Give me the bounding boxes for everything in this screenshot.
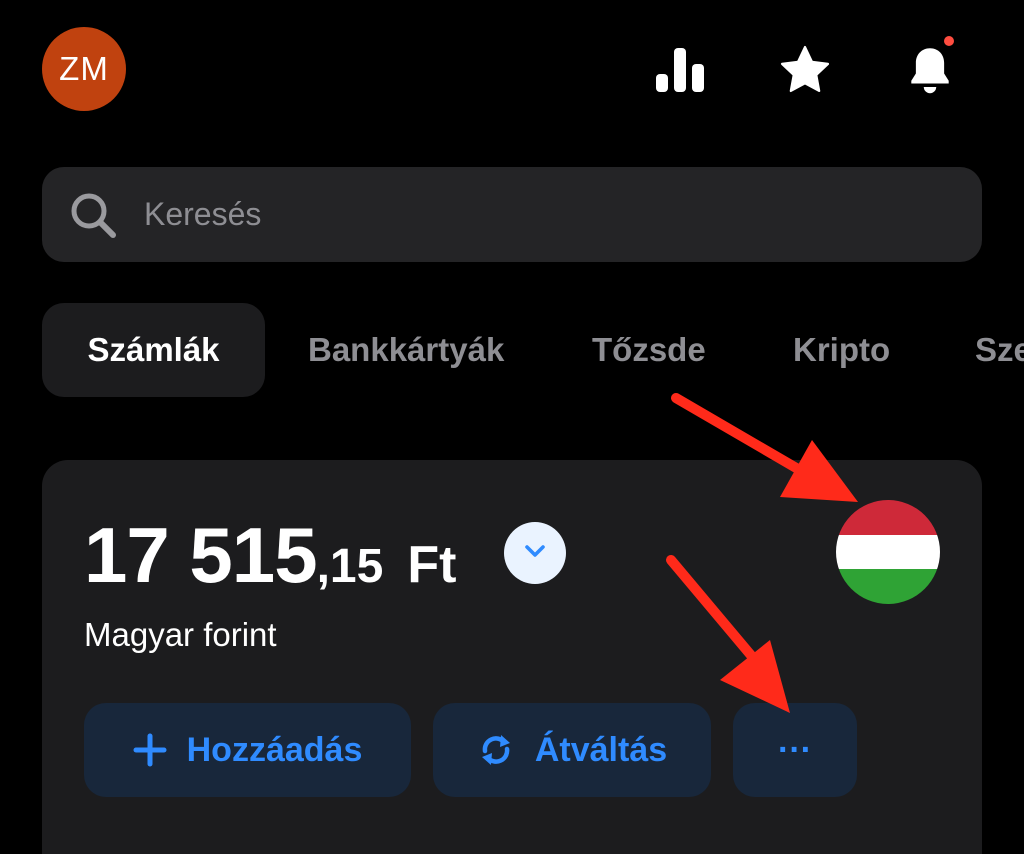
account-switch-button[interactable]	[504, 522, 566, 584]
bell-icon[interactable]	[900, 36, 960, 100]
avatar[interactable]: ZM	[42, 27, 126, 111]
tab-bankkartyak[interactable]: Bankkártyák	[308, 303, 504, 397]
tab-partial[interactable]: Sze	[975, 303, 1024, 397]
balance-integer: 17 515	[84, 511, 318, 599]
currency-name: Magyar forint	[84, 616, 277, 653]
search-input[interactable]	[142, 195, 906, 234]
category-tabs: Számlák Bankkártyák Tőzsde Kripto Sze	[42, 303, 1024, 397]
search-bar[interactable]	[42, 167, 982, 262]
add-money-label: Hozzáadás	[186, 730, 363, 769]
balance-decimal: ,15	[316, 540, 384, 593]
chevron-down-icon	[522, 538, 548, 569]
search-icon	[68, 190, 118, 240]
star-icon[interactable]	[775, 40, 835, 100]
app-screen: ZM Számlák Bankkártyák	[0, 0, 1024, 854]
plus-icon	[133, 733, 167, 767]
exchange-button[interactable]: Átváltás	[433, 703, 711, 797]
exchange-icon	[477, 731, 515, 769]
tab-kripto[interactable]: Kripto	[793, 303, 890, 397]
more-options-button[interactable]: ···	[733, 703, 857, 797]
tab-szamlak[interactable]: Számlák	[42, 303, 265, 397]
exchange-label: Átváltás	[534, 730, 668, 769]
currency-symbol: Ft	[407, 536, 457, 594]
notification-dot	[944, 36, 954, 46]
stats-icon[interactable]	[650, 40, 710, 100]
avatar-initials: ZM	[59, 50, 109, 87]
hungary-flag-icon	[836, 500, 940, 604]
account-balance: 17 515 ,15 Ft	[84, 510, 456, 601]
add-money-button[interactable]: Hozzáadás	[84, 703, 411, 797]
tab-tozsde[interactable]: Tőzsde	[592, 303, 706, 397]
more-dots-icon: ···	[778, 730, 812, 769]
